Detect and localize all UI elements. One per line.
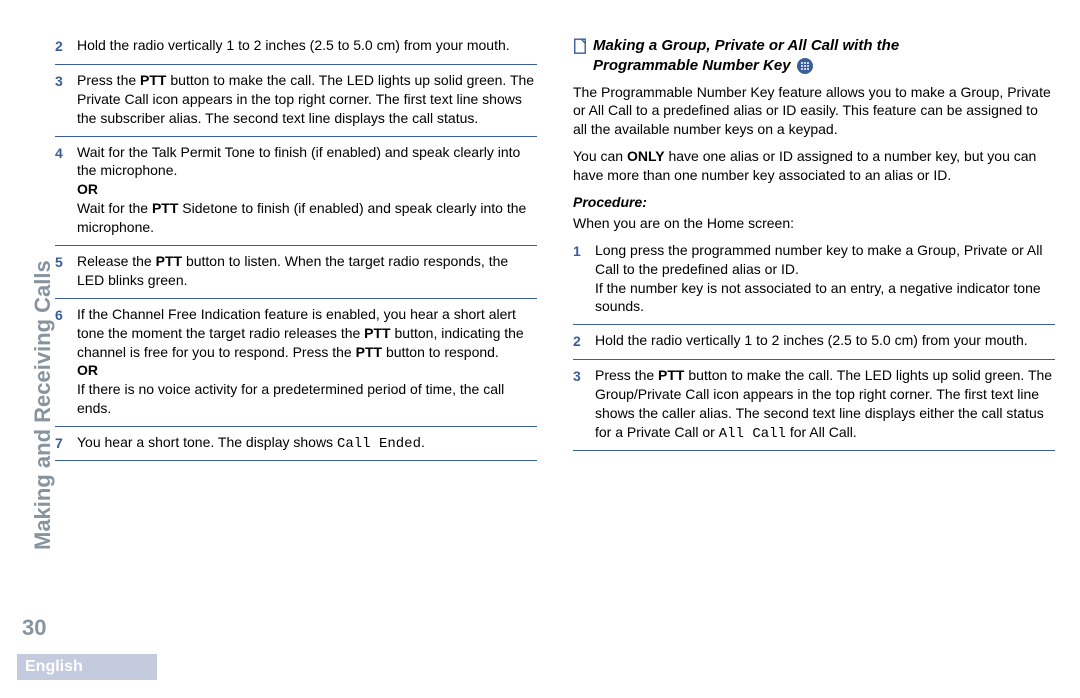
text: for All Call. — [786, 424, 857, 440]
heading-line-1: Making a Group, Private or All Call with… — [593, 36, 1055, 56]
step-list-left: 2 Hold the radio vertically 1 to 2 inche… — [55, 36, 537, 461]
right-column: Making a Group, Private or All Call with… — [573, 36, 1055, 461]
paragraph: You can ONLY have one alias or ID assign… — [573, 147, 1055, 185]
step-number: 6 — [55, 305, 77, 325]
keypad-icon — [797, 58, 813, 74]
heading-text: Making a Group, Private or All Call with… — [593, 36, 1055, 77]
section-title-vertical: Making and Receiving Calls — [30, 220, 56, 550]
step-2: 2 Hold the radio vertically 1 to 2 inche… — [55, 36, 537, 64]
note-icon — [573, 38, 587, 59]
step-number: 7 — [55, 433, 77, 453]
r-step-1: 1 Long press the programmed number key t… — [573, 241, 1055, 325]
step-number: 1 — [573, 241, 595, 261]
procedure-label: Procedure: — [573, 194, 647, 210]
step-number: 2 — [55, 36, 77, 56]
paragraph: The Programmable Number Key feature allo… — [573, 83, 1055, 140]
text: You hear a short tone. The display shows — [77, 434, 337, 450]
step-body: If the Channel Free Indication feature i… — [77, 305, 537, 418]
step-5: 5 Release the PTT button to listen. When… — [55, 245, 537, 298]
text: Long press the programmed number key to … — [595, 241, 1055, 279]
subsection-heading: Making a Group, Private or All Call with… — [573, 36, 1055, 77]
step-number: 3 — [573, 366, 595, 386]
step-3: 3 Press the PTT button to make the call.… — [55, 64, 537, 136]
ptt-label: PTT — [156, 253, 182, 269]
ptt-label: PTT — [364, 325, 390, 341]
step-6: 6 If the Channel Free Indication feature… — [55, 298, 537, 426]
text: Release the — [77, 253, 156, 269]
page-number: 30 — [22, 615, 46, 641]
display-text: All Call — [719, 426, 786, 442]
text: If there is no voice activity for a pred… — [77, 380, 537, 418]
step-number: 2 — [573, 331, 595, 351]
step-body: Press the PTT button to make the call. T… — [595, 366, 1055, 444]
text: If the number key is not associated to a… — [595, 279, 1055, 317]
display-text: Call Ended — [337, 436, 421, 452]
step-number: 5 — [55, 252, 77, 272]
procedure-intro: When you are on the Home screen: — [573, 214, 1055, 233]
or-label: OR — [77, 180, 537, 199]
text: If the Channel Free Indication feature i… — [77, 305, 537, 362]
step-list-right: 1 Long press the programmed number key t… — [573, 241, 1055, 451]
step-body: Press the PTT button to make the call. T… — [77, 71, 537, 128]
heading-line-2: Programmable Number Key — [593, 56, 1055, 76]
text: Press the — [595, 367, 658, 383]
text: Wait for the — [77, 200, 152, 216]
text: Wait for the PTT Sidetone to finish (if … — [77, 199, 537, 237]
step-body: You hear a short tone. The display shows… — [77, 433, 537, 454]
step-body: Long press the programmed number key to … — [595, 241, 1055, 317]
text: Wait for the Talk Permit Tone to finish … — [77, 143, 537, 181]
step-body: Hold the radio vertically 1 to 2 inches … — [595, 331, 1055, 350]
text: Press the — [77, 72, 140, 88]
text: . — [421, 434, 425, 450]
or-label: OR — [77, 361, 537, 380]
r-step-2: 2 Hold the radio vertically 1 to 2 inche… — [573, 324, 1055, 359]
r-step-3: 3 Press the PTT button to make the call.… — [573, 359, 1055, 451]
text: You can — [573, 148, 627, 164]
step-number: 4 — [55, 143, 77, 163]
language-tab: English — [17, 654, 157, 680]
step-body: Hold the radio vertically 1 to 2 inches … — [77, 36, 537, 55]
text: Programmable Number Key — [593, 56, 791, 76]
ptt-label: PTT — [356, 344, 382, 360]
step-number: 3 — [55, 71, 77, 91]
step-4: 4 Wait for the Talk Permit Tone to finis… — [55, 136, 537, 245]
ptt-label: PTT — [658, 367, 684, 383]
procedure-heading: Procedure: — [573, 193, 1055, 212]
left-column: 2 Hold the radio vertically 1 to 2 inche… — [55, 36, 537, 461]
ptt-label: PTT — [140, 72, 166, 88]
step-body: Wait for the Talk Permit Tone to finish … — [77, 143, 537, 237]
text: button to respond. — [382, 344, 499, 360]
step-7: 7 You hear a short tone. The display sho… — [55, 426, 537, 461]
step-body: Release the PTT button to listen. When t… — [77, 252, 537, 290]
ptt-label: PTT — [152, 200, 178, 216]
manual-page: Making and Receiving Calls 30 English 2 … — [0, 0, 1080, 698]
only-label: ONLY — [627, 148, 665, 164]
content-columns: 2 Hold the radio vertically 1 to 2 inche… — [55, 36, 1060, 461]
